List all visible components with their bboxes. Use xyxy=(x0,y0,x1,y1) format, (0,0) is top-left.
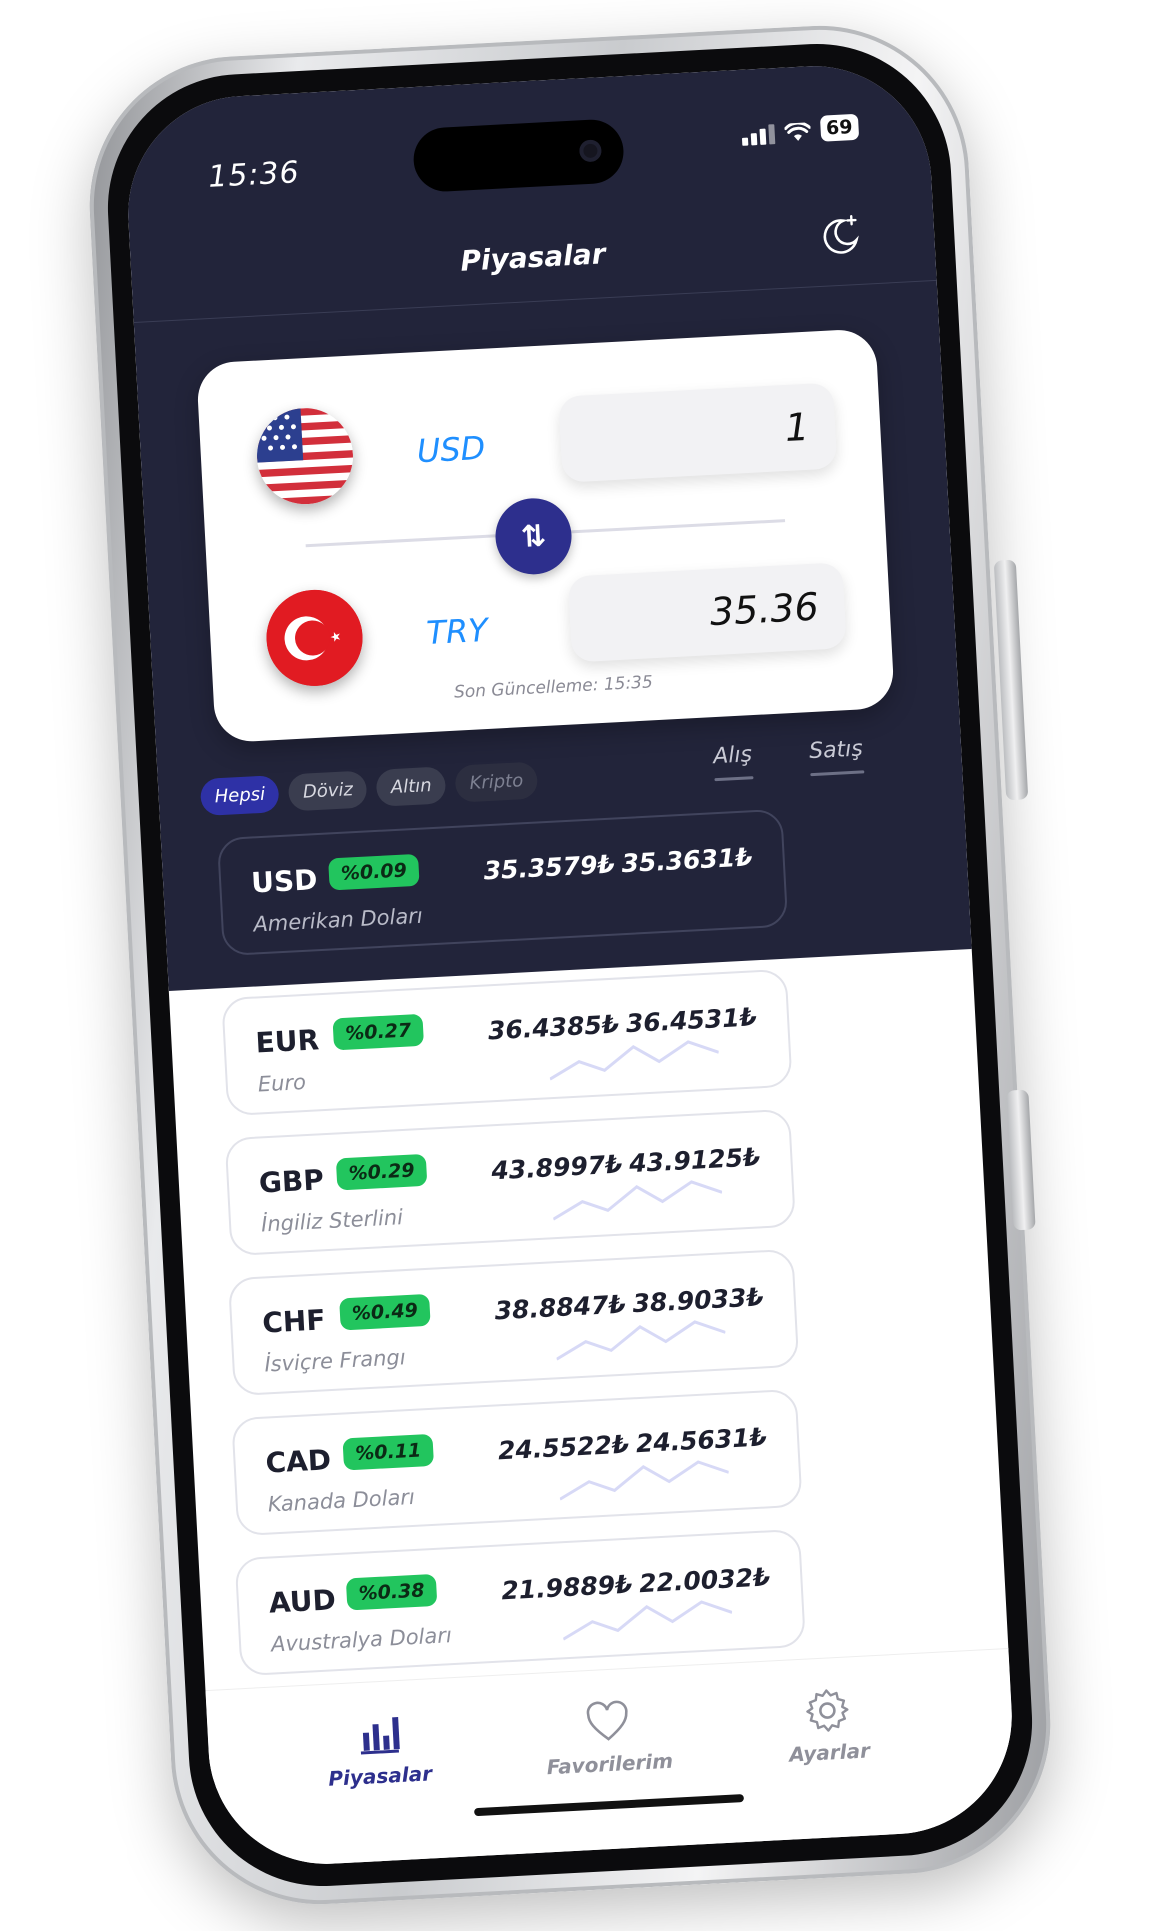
change-badge: %0.38 xyxy=(345,1573,438,1611)
rate-name: İsviçre Frangı xyxy=(263,1345,407,1377)
rate-row-cad[interactable]: CAD %0.11 Kanada Doları 24.5522₺ 24.5631… xyxy=(231,1388,803,1537)
rate-name: Amerikan Doları xyxy=(252,903,424,937)
rate-code: AUD xyxy=(268,1583,337,1620)
wifi-icon xyxy=(783,122,811,141)
signal-icon xyxy=(741,124,775,146)
tab-gold[interactable]: Altın xyxy=(375,766,447,807)
nav-settings-label: Ayarlar xyxy=(788,1738,871,1767)
change-badge: %0.29 xyxy=(335,1153,428,1191)
change-badge: %0.09 xyxy=(328,853,420,891)
dynamic-island xyxy=(412,118,626,194)
nav-favorites-label: Favorilerim xyxy=(546,1748,674,1780)
column-buy-header[interactable]: Alış xyxy=(713,742,753,769)
tab-currency[interactable]: Döviz xyxy=(288,770,368,812)
tab-all[interactable]: Hepsi xyxy=(199,775,281,817)
rate-name: Kanada Doları xyxy=(267,1484,416,1517)
turkey-flag-icon xyxy=(264,587,365,689)
camera-icon xyxy=(578,139,602,163)
heart-icon xyxy=(586,1700,628,1741)
sell-price: 22.0032₺ xyxy=(638,1562,772,1599)
rate-name: İngiliz Sterlini xyxy=(260,1205,404,1237)
rate-code: CAD xyxy=(264,1443,332,1480)
to-currency-code[interactable]: TRY xyxy=(425,611,488,652)
change-badge: %0.11 xyxy=(342,1433,434,1471)
sell-price: 24.5631₺ xyxy=(635,1422,768,1459)
rate-row-eur[interactable]: EUR %0.27 Euro 36.4385₺ 36.4531₺ xyxy=(221,968,793,1117)
converter-card: USD 1 ⇅ TRY 35.36 Son Güncelleme: 15:35 xyxy=(196,328,895,744)
status-time: 15:36 xyxy=(207,155,301,195)
phone-screen: 15:36 69 Piyasalar USD 1 ⇅ TRY 35.36 Son… xyxy=(122,60,1018,1870)
usa-flag-icon xyxy=(254,405,356,507)
change-badge: %0.49 xyxy=(339,1293,431,1331)
nav-markets[interactable]: Piyasalar xyxy=(297,1706,461,1792)
tab-crypto[interactable]: Kripto xyxy=(454,761,539,803)
rate-name: Euro xyxy=(257,1070,307,1097)
gear-icon xyxy=(806,1689,849,1732)
sell-price: 38.9033₺ xyxy=(631,1282,765,1319)
rate-name: Avustralya Doları xyxy=(270,1623,453,1657)
rate-code: EUR xyxy=(254,1023,320,1060)
rate-code: CHF xyxy=(261,1303,327,1340)
rate-row-aud[interactable]: AUD %0.38 Avustralya Doları 21.9889₺ 22.… xyxy=(234,1528,806,1677)
sell-price: 43.9125₺ xyxy=(628,1142,762,1179)
from-amount-field[interactable]: 1 xyxy=(558,382,838,483)
swap-arrows-icon[interactable]: ⇅ xyxy=(493,496,574,577)
bar-chart-icon xyxy=(360,1717,400,1755)
nav-markets-label: Piyasalar xyxy=(327,1761,433,1791)
to-amount-field: 35.36 xyxy=(567,562,847,663)
battery-indicator: 69 xyxy=(819,113,860,142)
rate-row-chf[interactable]: CHF %0.49 İsviçre Frangı 38.8847₺ 38.903… xyxy=(227,1248,800,1397)
sell-price: 36.4531₺ xyxy=(625,1002,758,1039)
nav-settings[interactable]: Ayarlar xyxy=(746,1682,910,1768)
nav-favorites[interactable]: Favorilerim xyxy=(527,1694,691,1780)
rate-code: USD xyxy=(250,863,319,900)
sell-price: 35.3631₺ xyxy=(620,842,754,879)
from-currency-code[interactable]: USD xyxy=(416,429,486,471)
buy-price: 35.3579₺ xyxy=(482,849,616,886)
change-badge: %0.27 xyxy=(332,1013,424,1051)
column-sell-header[interactable]: Satış xyxy=(809,736,864,764)
rate-row-gbp[interactable]: GBP %0.29 İngiliz Sterlini 43.8997₺ 43.9… xyxy=(224,1108,796,1257)
rate-code: GBP xyxy=(258,1163,325,1200)
